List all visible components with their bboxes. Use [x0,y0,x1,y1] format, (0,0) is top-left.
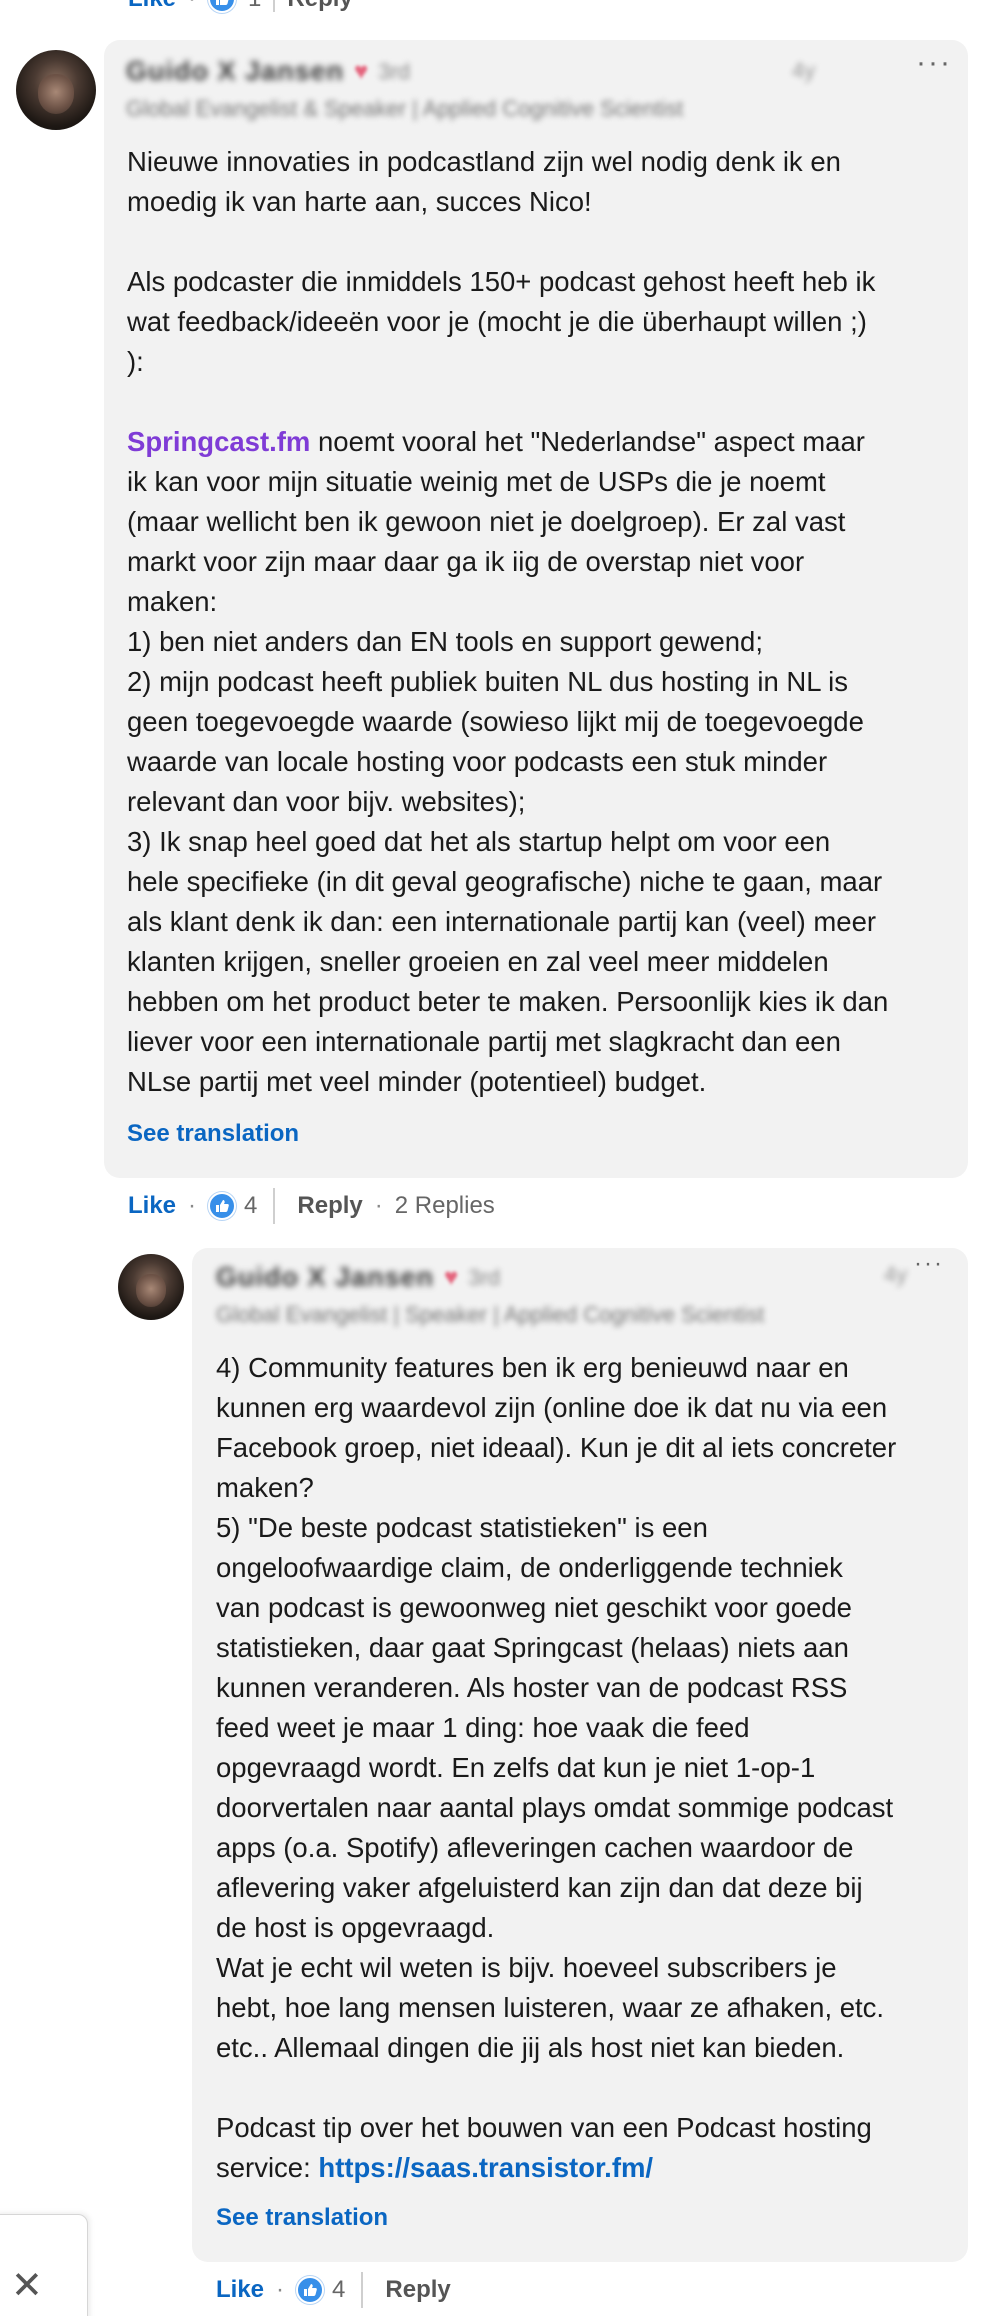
more-dots-icon[interactable]: ··· [916,46,952,80]
thumbs-up-icon[interactable] [296,2276,325,2304]
author-name[interactable]: Guido X Jansen [216,1262,434,1293]
comment-text: noemt vooral het "Nederlandse" aspect ma… [127,426,889,1097]
comment-body: 4) Community features ben ik erg benieuw… [216,1348,956,2188]
reaction-count[interactable]: 4 [244,1192,257,1220]
connection-degree: 3rd [468,1264,501,1290]
avatar[interactable] [118,1254,184,1320]
divider [273,1188,276,1224]
comment-bubble: Guido X Jansen ♥ 3rd Global Evangelist &… [104,40,968,1178]
reaction-count: 1 [248,0,261,13]
replies-count-button[interactable]: 2 Replies [395,1192,495,1220]
more-dots-icon[interactable]: ··· [914,1250,944,1278]
comment-text: Nieuwe innovaties in podcastland zijn we… [127,146,876,377]
see-translation-button[interactable]: See translation [127,1120,299,1148]
heart-icon: ♥ [444,1263,459,1291]
separator-dot: · [188,1192,197,1219]
separator-dot: · [188,0,196,13]
close-icon[interactable]: ✕ [11,2267,43,2305]
thumbs-up-icon[interactable] [208,1192,237,1220]
comment-header: Guido X Jansen ♥ 3rd [216,1262,500,1293]
comment-actions: Like · 4 Reply · 2 Replies [128,1186,495,1226]
author-headline: Global Evangelist & Speaker | Applied Co… [126,96,684,121]
floating-panel: ✕ [0,2214,88,2316]
reply-bubble: Guido X Jansen ♥ 3rd Global Evangelist |… [192,1248,968,2262]
thumbs-up-icon [208,0,237,13]
comment-body: Nieuwe innovaties in podcastland zijn we… [127,142,957,1102]
like-button[interactable]: Like [216,2276,264,2304]
comment-actions: Like · 4 Reply [216,2270,451,2310]
comment-text: 4) Community features ben ik erg benieuw… [216,1352,897,2183]
like-button[interactable]: Like [128,0,176,13]
comment-time: 4y [884,1262,908,1287]
reply-button[interactable]: Reply [297,1192,362,1220]
reply-button[interactable]: Reply [385,2276,450,2304]
connection-degree: 3rd [378,58,411,84]
comment-header: Guido X Jansen ♥ 3rd [126,56,410,87]
comments-page: Like · 1 Reply Guido X Jansen ♥ 3rd Glob… [0,0,1004,2316]
divider [361,2272,364,2308]
company-mention-link[interactable]: Springcast.fm [127,426,310,457]
author-headline: Global Evangelist | Speaker | Applied Co… [216,1302,765,1327]
author-name[interactable]: Guido X Jansen [126,56,344,87]
heart-icon: ♥ [354,57,369,85]
reply-button[interactable]: Reply [287,0,352,13]
divider [273,0,276,12]
see-translation-button[interactable]: See translation [216,2204,388,2232]
like-button[interactable]: Like [128,1192,176,1220]
avatar[interactable] [16,50,96,130]
external-link[interactable]: https://saas.transistor.fm/ [318,2152,653,2183]
comment-time: 4y [792,58,816,83]
previous-comment-actions: Like · 1 Reply [128,0,353,13]
separator-dot: · [276,2276,285,2303]
separator-dot: · [374,1192,383,1219]
reaction-count[interactable]: 4 [332,2276,345,2304]
